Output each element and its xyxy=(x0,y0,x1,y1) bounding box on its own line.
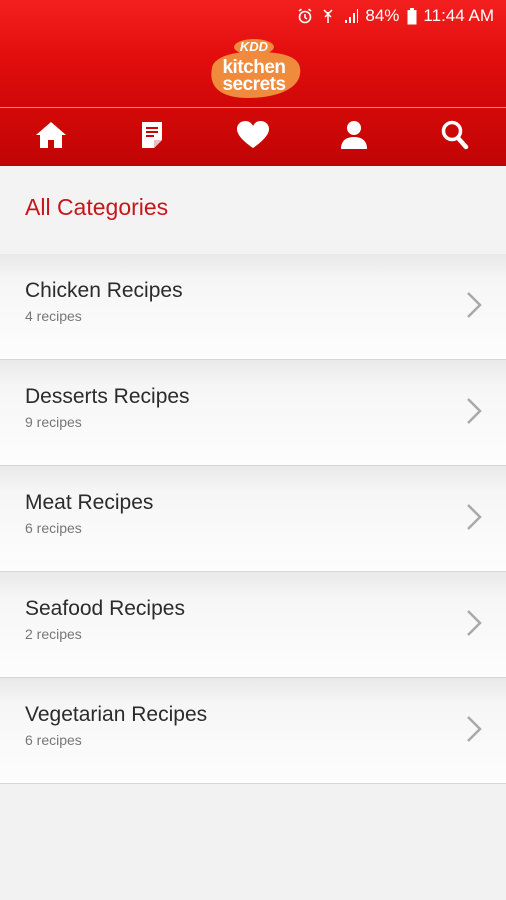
home-icon xyxy=(34,120,68,155)
category-item-desserts[interactable]: Desserts Recipes 9 recipes xyxy=(0,360,506,466)
kitchen-secrets-logo[interactable]: KDD kitchen secrets xyxy=(204,38,304,100)
nav-home-button[interactable] xyxy=(33,119,69,155)
data-signal-icon xyxy=(321,8,335,24)
notes-icon xyxy=(140,120,164,155)
alarm-icon xyxy=(297,8,313,24)
heart-icon xyxy=(236,120,270,155)
category-list: Chicken Recipes 4 recipes Desserts Recip… xyxy=(0,254,506,784)
nav-search-button[interactable] xyxy=(437,119,473,155)
chevron-right-icon xyxy=(464,608,484,638)
category-count: 6 recipes xyxy=(25,732,82,748)
battery-percent: 84% xyxy=(365,6,400,25)
chevron-right-icon xyxy=(464,714,484,744)
category-item-vegetarian[interactable]: Vegetarian Recipes 6 recipes xyxy=(0,678,506,784)
category-item-seafood[interactable]: Seafood Recipes 2 recipes xyxy=(0,572,506,678)
chevron-right-icon xyxy=(464,502,484,532)
category-item-chicken[interactable]: Chicken Recipes 4 recipes xyxy=(0,254,506,360)
brand-line-2: secrets xyxy=(222,74,286,95)
clock: 11:44 AM xyxy=(423,6,494,25)
nav-profile-button[interactable] xyxy=(336,119,372,155)
category-count: 9 recipes xyxy=(25,414,82,430)
category-count: 6 recipes xyxy=(25,520,82,536)
nav-notes-button[interactable] xyxy=(134,119,170,155)
page-title-band: All Categories xyxy=(0,166,506,254)
category-name: Meat Recipes xyxy=(25,491,154,514)
battery-icon xyxy=(407,7,417,25)
page-title: All Categories xyxy=(25,194,169,220)
category-item-meat[interactable]: Meat Recipes 6 recipes xyxy=(0,466,506,572)
main-nav xyxy=(0,107,506,166)
chevron-right-icon xyxy=(464,396,484,426)
category-name: Desserts Recipes xyxy=(25,385,190,408)
cell-signal-icon xyxy=(343,8,359,24)
status-bar: 84% 11:44 AM xyxy=(0,0,506,32)
category-name: Chicken Recipes xyxy=(25,279,183,302)
category-name: Vegetarian Recipes xyxy=(25,703,208,726)
user-icon xyxy=(339,120,369,155)
search-icon xyxy=(441,120,469,155)
category-name: Seafood Recipes xyxy=(25,597,185,620)
category-count: 4 recipes xyxy=(25,308,82,324)
chevron-right-icon xyxy=(464,290,484,320)
category-count: 2 recipes xyxy=(25,626,82,642)
nav-favorites-button[interactable] xyxy=(235,119,271,155)
app-header: 84% 11:44 AM KDD kitchen secrets xyxy=(0,0,506,107)
kdd-brand: KDD xyxy=(239,39,269,54)
